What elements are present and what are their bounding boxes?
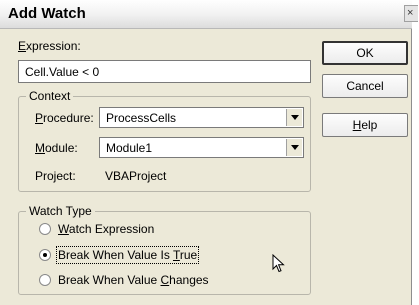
mouse-pointer-icon bbox=[272, 254, 285, 273]
expression-label: Expression: bbox=[18, 39, 81, 53]
radio-button-icon[interactable] bbox=[39, 249, 51, 261]
context-legend: Context bbox=[26, 89, 74, 103]
break-when-changes-label: Break When Value Changes bbox=[58, 273, 209, 287]
procedure-dropdown[interactable]: ProcessCells bbox=[99, 107, 304, 128]
watch-type-legend: Watch Type bbox=[26, 204, 95, 218]
close-icon: × bbox=[407, 7, 414, 19]
expression-input[interactable]: Cell.Value < 0 bbox=[18, 60, 311, 83]
module-dropdown[interactable]: Module1 bbox=[99, 137, 304, 158]
radio-button-icon[interactable] bbox=[39, 274, 51, 286]
help-button[interactable]: Help bbox=[322, 113, 408, 137]
dialog-title: Add Watch bbox=[8, 5, 86, 22]
chevron-down-icon[interactable] bbox=[286, 109, 302, 126]
cancel-button[interactable]: Cancel bbox=[322, 74, 408, 98]
close-button[interactable]: × bbox=[404, 5, 418, 22]
module-value: Module1 bbox=[106, 141, 153, 155]
break-when-true-label: Break When Value Is True bbox=[55, 246, 200, 264]
project-label: Project: bbox=[35, 169, 76, 183]
procedure-value: ProcessCells bbox=[106, 111, 177, 125]
title-bar[interactable]: Add Watch × bbox=[0, 0, 418, 29]
procedure-label: Procedure: bbox=[35, 111, 94, 125]
project-value: VBAProject bbox=[105, 169, 167, 183]
radio-button-icon[interactable] bbox=[39, 223, 51, 235]
add-watch-dialog: Add Watch × Expression: Cell.Value < 0 O… bbox=[0, 0, 418, 305]
module-label: Module: bbox=[35, 141, 78, 155]
ok-button[interactable]: OK bbox=[322, 41, 408, 65]
watch-expression-label: Watch Expression bbox=[58, 222, 155, 236]
chevron-down-icon[interactable] bbox=[286, 139, 302, 156]
